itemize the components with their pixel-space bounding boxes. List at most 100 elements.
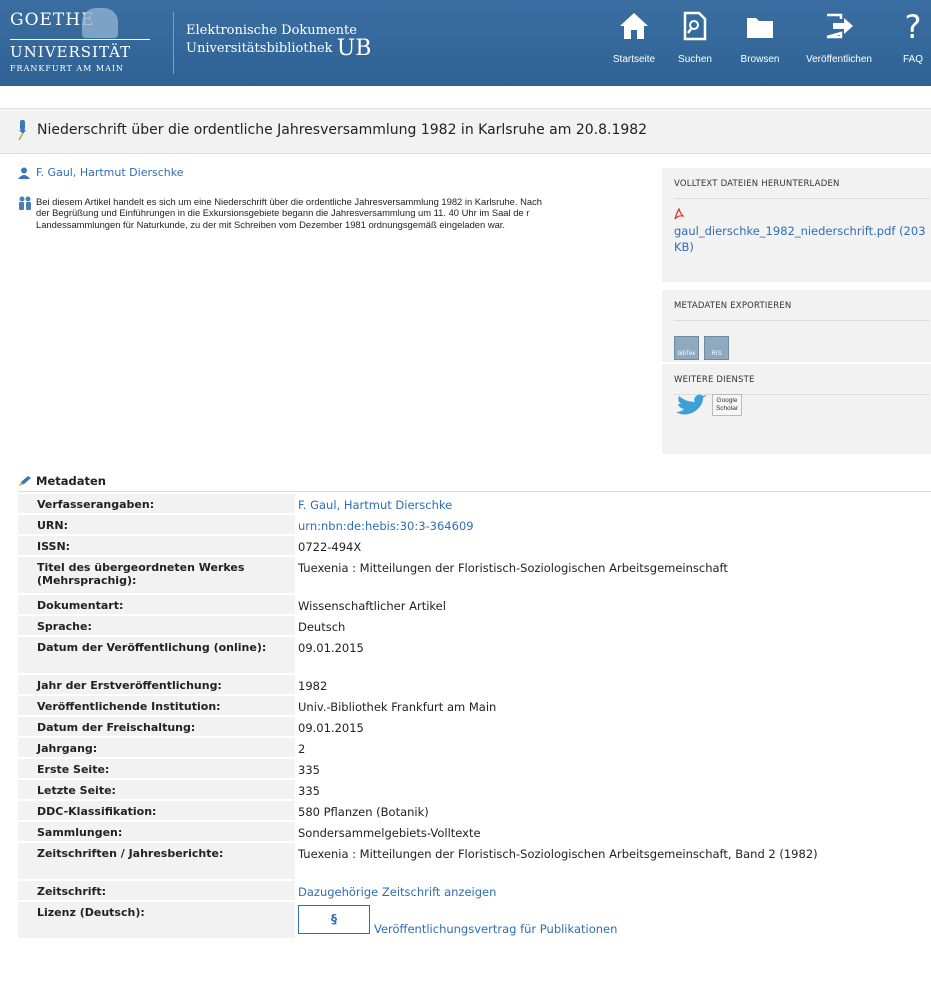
abstract-people-icon bbox=[19, 196, 31, 210]
export-heading-rule bbox=[674, 320, 929, 321]
metadata-row-jahrgang: Jahrgang: 2 bbox=[18, 738, 931, 757]
license-badge[interactable]: § bbox=[298, 905, 370, 934]
author-link[interactable]: F. Gaul, Hartmut Dierschke bbox=[36, 166, 184, 179]
metadata-row-zeitschriften: Zeitschriften / Jahresberichte: Tuexenia… bbox=[18, 843, 931, 879]
services-panel: WEITERE DIENSTE Google Scholar bbox=[662, 364, 931, 454]
document-title: Niederschrift über die ordentliche Jahre… bbox=[37, 122, 648, 138]
metadata-label: Datum der Veröffentlichung (online): bbox=[18, 637, 295, 673]
metadata-value: 09.01.2015 bbox=[298, 641, 364, 655]
nav-veroeffentlichen[interactable]: Veröffentlichen bbox=[800, 0, 878, 86]
abstract-text: Bei diesem Artikel handelt es sich um ei… bbox=[36, 196, 542, 230]
metadata-rule bbox=[18, 491, 931, 492]
metadata-label: Jahrgang: bbox=[18, 738, 295, 757]
metadata-row-lizenz: Lizenz (Deutsch): § Veröffentlichungsver… bbox=[18, 902, 931, 938]
nav-startseite-label: Startseite bbox=[612, 54, 656, 65]
pushpin-icon bbox=[18, 120, 26, 140]
export-ris-button[interactable]: RIS bbox=[704, 336, 729, 360]
scholar-line1: Google bbox=[716, 397, 738, 404]
logo-city-text: FRANKFURT AM MAIN bbox=[10, 64, 125, 73]
search-icon bbox=[683, 11, 707, 41]
twitter-icon[interactable] bbox=[674, 394, 708, 420]
svg-text:?: ? bbox=[905, 10, 922, 44]
metadata-label: Datum der Freischaltung: bbox=[18, 717, 295, 736]
metadata-label: DDC-Klassifikation: bbox=[18, 801, 295, 820]
download-heading: VOLLTEXT DATEIEN HERUNTERLADEN bbox=[674, 179, 840, 189]
nav-startseite[interactable]: Startseite bbox=[606, 0, 662, 86]
metadata-row-freischaltung: Datum der Freischaltung: 09.01.2015 bbox=[18, 717, 931, 736]
metadata-label: Dokumentart: bbox=[18, 595, 295, 614]
metadata-value: Sondersammelgebiets-Volltexte bbox=[298, 826, 481, 840]
nav-suchen-label: Suchen bbox=[678, 54, 712, 65]
site-title-line2: Universitätsbibliothek UB bbox=[186, 38, 371, 60]
metadata-label: Verfasserangaben: bbox=[18, 494, 295, 513]
metadata-value: Tuexenia : Mitteilungen der Floristisch-… bbox=[298, 847, 818, 861]
metadata-label: Veröffentlichende Institution: bbox=[18, 696, 295, 715]
metadata-row-dokumentart: Dokumentart: Wissenschaftlicher Artikel bbox=[18, 595, 931, 614]
metadata-row-erste-seite: Erste Seite: 335 bbox=[18, 759, 931, 778]
logo-divider bbox=[10, 39, 150, 40]
nav-faq-label: FAQ bbox=[902, 54, 923, 65]
export-heading: METADATEN EXPORTIEREN bbox=[674, 301, 792, 311]
metadata-label: URN: bbox=[18, 515, 295, 534]
metadata-value: Wissenschaftlicher Artikel bbox=[298, 599, 446, 613]
document-title-bar: Niederschrift über die ordentliche Jahre… bbox=[0, 108, 931, 154]
nav-browsen[interactable]: Browsen bbox=[733, 0, 787, 86]
metadata-value-link[interactable]: Dazugehörige Zeitschrift anzeigen bbox=[298, 881, 908, 899]
metadata-heading: Metadaten bbox=[36, 474, 106, 488]
metadata-row-datum-online: Datum der Veröffentlichung (online): 09.… bbox=[18, 637, 931, 673]
header-divider bbox=[173, 12, 174, 74]
home-icon bbox=[620, 13, 648, 39]
pencil-icon bbox=[19, 476, 31, 486]
metadata-row-sprache: Sprache: Deutsch bbox=[18, 616, 931, 635]
metadata-value-link[interactable]: urn:nbn:de:hebis:30:3-364609 bbox=[298, 515, 908, 533]
site-title[interactable]: Elektronische Dokumente Universitätsbibl… bbox=[186, 22, 371, 60]
export-panel: METADATEN EXPORTIEREN bibTex RIS bbox=[662, 290, 931, 362]
folder-icon bbox=[747, 18, 773, 38]
nav-browsen-label: Browsen bbox=[740, 54, 780, 65]
publish-icon bbox=[826, 13, 853, 39]
google-scholar-icon[interactable]: Google Scholar bbox=[712, 394, 742, 416]
metadata-label: ISSN: bbox=[18, 536, 295, 555]
metadata-value: Univ.-Bibliothek Frankfurt am Main bbox=[298, 700, 497, 714]
goethe-portrait-icon bbox=[82, 8, 118, 38]
scholar-line2: Scholar bbox=[715, 405, 739, 412]
metadata-row-jahr: Jahr der Erstveröffentlichung: 1982 bbox=[18, 675, 931, 694]
metadata-value: Tuexenia : Mitteilungen der Floristisch-… bbox=[298, 561, 728, 575]
metadata-label: Titel des übergeordneten Werkes (Mehrspr… bbox=[18, 557, 295, 593]
metadata-label: Sammlungen: bbox=[18, 822, 295, 841]
help-icon: ? bbox=[905, 10, 922, 44]
pdf-download-link[interactable]: gaul_dierschke_1982_niederschrift.pdf (2… bbox=[674, 223, 929, 255]
ub-logo: UB bbox=[336, 36, 372, 61]
metadata-row-verfasserangaben: Verfasserangaben: F. Gaul, Hartmut Diers… bbox=[18, 494, 931, 513]
metadata-row-institution: Veröffentlichende Institution: Univ.-Bib… bbox=[18, 696, 931, 715]
person-icon bbox=[18, 167, 30, 179]
nav-suchen[interactable]: Suchen bbox=[672, 0, 718, 86]
nav-veroeffentlichen-label: Veröffentlichen bbox=[806, 54, 872, 65]
pdf-icon bbox=[674, 208, 684, 220]
site-header: GOETHE UNIVERSITÄT FRANKFURT AM MAIN Ele… bbox=[0, 0, 931, 86]
metadata-value: 335 bbox=[298, 784, 320, 798]
metadata-row-ddc: DDC-Klassifikation: 580 Pflanzen (Botani… bbox=[18, 801, 931, 820]
metadata-value: 580 Pflanzen (Botanik) bbox=[298, 805, 429, 819]
metadata-row-issn: ISSN: 0722-494X bbox=[18, 536, 931, 555]
services-heading: WEITERE DIENSTE bbox=[674, 375, 755, 385]
download-heading-rule bbox=[674, 198, 929, 199]
nav-faq[interactable]: ? FAQ bbox=[898, 0, 928, 86]
metadata-value: 0722-494X bbox=[298, 540, 362, 554]
export-bibtex-button[interactable]: bibTex bbox=[674, 336, 699, 360]
goethe-university-logo[interactable]: GOETHE UNIVERSITÄT FRANKFURT AM MAIN bbox=[10, 8, 160, 78]
metadata-row-urn: URN: urn:nbn:de:hebis:30:3-364609 bbox=[18, 515, 931, 534]
metadata-value-link[interactable]: F. Gaul, Hartmut Dierschke bbox=[298, 494, 908, 512]
metadata-value: 2 bbox=[298, 742, 306, 756]
site-title-library: Universitätsbibliothek bbox=[186, 41, 333, 56]
metadata-value: 1982 bbox=[298, 679, 328, 693]
download-panel: VOLLTEXT DATEIEN HERUNTERLADEN gaul_dier… bbox=[662, 168, 931, 282]
metadata-label: Zeitschriften / Jahresberichte: bbox=[18, 843, 295, 879]
metadata-label: Letzte Seite: bbox=[18, 780, 295, 799]
metadata-row-titel: Titel des übergeordneten Werkes (Mehrspr… bbox=[18, 557, 931, 593]
metadata-value: 09.01.2015 bbox=[298, 721, 364, 735]
metadata-value: 335 bbox=[298, 763, 320, 777]
logo-universitaet-text: UNIVERSITÄT bbox=[10, 43, 132, 61]
metadata-label: Zeitschrift: bbox=[18, 881, 295, 900]
license-link[interactable]: Veröffentlichungsvertrag für Publikation… bbox=[374, 922, 617, 936]
